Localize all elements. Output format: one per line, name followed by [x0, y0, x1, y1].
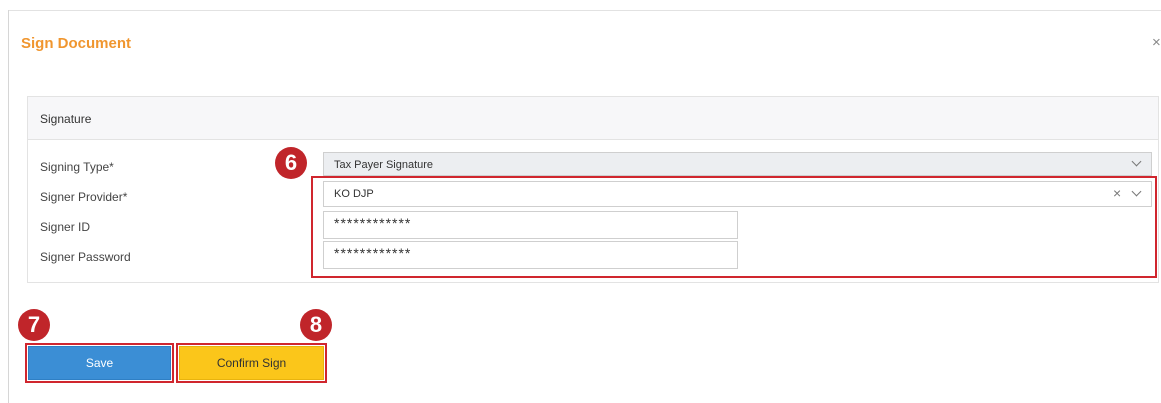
step-badge-8: 8: [300, 309, 332, 341]
confirm-sign-button[interactable]: Confirm Sign: [179, 346, 324, 380]
signature-panel-header: Signature: [28, 97, 1158, 140]
highlight-box-signer-fields: [311, 176, 1157, 278]
step-badge-7: 7: [18, 309, 50, 341]
signature-panel-title: Signature: [40, 112, 92, 126]
dialog-title: Sign Document: [21, 35, 132, 52]
save-button[interactable]: Save: [28, 346, 171, 380]
signer-password-label: Signer Password: [40, 250, 131, 264]
signing-type-select[interactable]: Tax Payer Signature: [323, 152, 1152, 176]
signer-id-label: Signer ID: [40, 220, 91, 234]
close-icon[interactable]: ×: [1152, 34, 1161, 51]
chevron-down-icon: [1131, 156, 1142, 167]
signing-type-label: Signing Type*: [40, 160, 114, 174]
signer-provider-label: Signer Provider*: [40, 190, 128, 204]
dialog-top-border: [8, 10, 1161, 11]
signing-type-value: Tax Payer Signature: [334, 159, 434, 171]
step-badge-6: 6: [275, 147, 307, 179]
dialog-left-border: [8, 10, 9, 403]
